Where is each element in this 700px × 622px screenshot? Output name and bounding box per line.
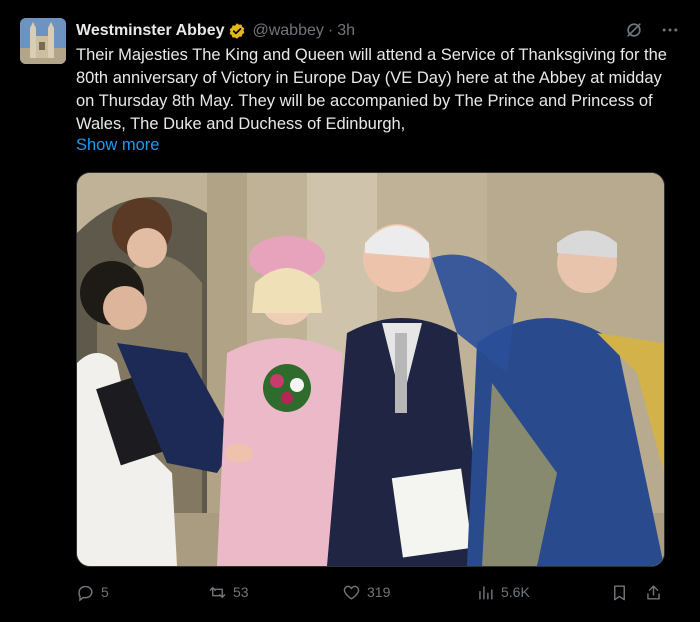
views-count: 5.6K <box>501 584 530 600</box>
tweet-photo[interactable] <box>76 172 665 567</box>
reply-count: 5 <box>101 584 109 600</box>
like-button[interactable]: 319 <box>342 580 390 604</box>
views-button[interactable]: 5.6K <box>476 580 530 604</box>
header-actions <box>624 20 680 40</box>
grok-icon[interactable] <box>624 20 644 40</box>
views-icon <box>479 585 493 600</box>
reply-button[interactable]: 5 <box>76 580 109 604</box>
tweet-actions: 5 53 319 5.6K <box>76 580 670 604</box>
like-icon <box>343 585 360 600</box>
tweet-text: Their Majesties The King and Queen will … <box>76 46 667 133</box>
retweet-count: 53 <box>233 584 249 600</box>
separator-dot: · <box>327 22 334 39</box>
retweet-icon <box>209 586 226 598</box>
verified-badge-icon <box>228 22 246 40</box>
share-icon <box>647 584 660 600</box>
tweet-time[interactable]: 3h <box>337 22 355 40</box>
like-count: 319 <box>367 584 391 600</box>
reply-icon <box>78 585 93 601</box>
avatar[interactable] <box>20 18 66 64</box>
bookmark-icon <box>614 584 625 600</box>
bookmark-button[interactable] <box>610 580 635 604</box>
tweet[interactable]: Westminster Abbey @wabbey · 3h Their Maj… <box>0 0 700 622</box>
share-button[interactable] <box>644 580 669 604</box>
account-handle[interactable]: @wabbey <box>252 22 323 40</box>
more-icon[interactable] <box>660 20 680 40</box>
account-name[interactable]: Westminster Abbey <box>76 22 224 40</box>
show-more-link[interactable]: Show more <box>76 136 159 155</box>
retweet-button[interactable]: 53 <box>208 580 249 604</box>
tweet-header: Westminster Abbey @wabbey · 3h <box>76 20 680 42</box>
